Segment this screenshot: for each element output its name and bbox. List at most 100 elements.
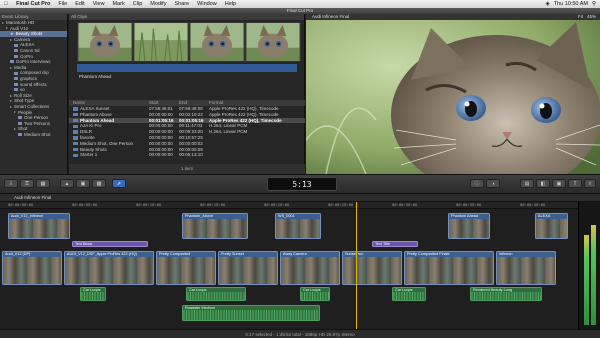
menu-clock[interactable]: Thu 10:50 AM bbox=[554, 1, 588, 7]
append-clip-button[interactable]: ▩ bbox=[92, 179, 106, 188]
clip-end: 00:05:13:10 bbox=[179, 152, 203, 158]
clip-label: Audi_V12 (DP) bbox=[5, 252, 31, 256]
menu-clip[interactable]: Clip bbox=[129, 1, 146, 7]
clip-row[interactable]: Starter 1 00:00:00:00 00:05:13:10 bbox=[69, 152, 305, 158]
clip-label: Pretty Composited Finale bbox=[407, 252, 450, 256]
effects-browser-button[interactable]: ▤ bbox=[520, 179, 534, 188]
ruler-tick-label: 00:00:40:00 bbox=[520, 202, 546, 207]
audio-clip[interactable]: Car Loops bbox=[300, 287, 330, 301]
audio-waveform bbox=[183, 310, 319, 320]
disclosure-triangle-icon bbox=[10, 94, 12, 97]
connect-clip-button[interactable]: ▲ bbox=[60, 179, 74, 188]
menu-modify[interactable]: Modify bbox=[146, 1, 170, 7]
menu-share[interactable]: Share bbox=[170, 1, 193, 7]
primary-video-clip[interactable]: Infineon bbox=[496, 251, 556, 285]
library-item-label: Two Persons bbox=[24, 120, 51, 126]
library-item[interactable]: Medium Shot bbox=[0, 132, 67, 138]
primary-video-clip[interactable]: Pretty Composited bbox=[156, 251, 216, 285]
menu-app-name[interactable]: Final Cut Pro bbox=[12, 1, 54, 7]
primary-video-clip[interactable]: Sunset run bbox=[342, 251, 402, 285]
title-clip[interactable]: Text Block bbox=[72, 241, 148, 247]
playhead[interactable] bbox=[356, 202, 357, 329]
clip-thumbnails bbox=[536, 219, 567, 238]
music-clip[interactable]: Roadster Medium bbox=[182, 305, 320, 321]
disclosure-triangle-icon bbox=[10, 66, 12, 69]
clip-label: Pretty Composited bbox=[159, 252, 191, 256]
disclosure-triangle-icon bbox=[6, 27, 8, 30]
menu-view[interactable]: View bbox=[89, 1, 109, 7]
clip-label: ALEXA bbox=[538, 214, 551, 218]
menu-window[interactable]: Window bbox=[193, 1, 221, 7]
connected-video-clip[interactable]: Phantom_Above bbox=[182, 213, 248, 239]
disclosure-triangle-icon bbox=[10, 38, 12, 41]
disclosure-triangle-icon bbox=[14, 128, 16, 131]
primary-video-clip[interactable]: AUDI_V12_DSF_Apple ProRes 422 (HQ) bbox=[64, 251, 154, 285]
connected-video-clip[interactable]: Audi_V12_Infineon bbox=[8, 213, 70, 239]
audio-clip[interactable]: Car Loops bbox=[186, 287, 246, 301]
audio-clip[interactable]: Rendered Beauty Long bbox=[470, 287, 542, 301]
clip-label: Car Loops bbox=[395, 288, 413, 292]
primary-video-clip[interactable]: Pretty Composited Finale bbox=[404, 251, 494, 285]
import-button[interactable]: ⇩ bbox=[4, 179, 18, 188]
title-clip[interactable]: Text Title bbox=[372, 241, 418, 247]
filmstrip-frame[interactable] bbox=[133, 22, 189, 62]
menu-help[interactable]: Help bbox=[221, 1, 240, 7]
clip-label: Car Loops bbox=[189, 288, 207, 292]
connected-video-clip[interactable]: ALEXA bbox=[535, 213, 568, 239]
timeline-ruler[interactable]: 00:00:00:00 00:00:05:00 00:00:10:00 00:00:1… bbox=[0, 202, 600, 209]
ruler-tick-label: 00:00:30:00 bbox=[392, 202, 418, 207]
clip-icon bbox=[73, 130, 78, 134]
photos-browser-button[interactable]: ▣ bbox=[552, 179, 566, 188]
clip-thumbnails bbox=[497, 257, 555, 284]
keyword-collection-icon bbox=[14, 88, 18, 92]
primary-video-clip[interactable]: Pretty Sunset bbox=[218, 251, 278, 285]
connected-video-clip[interactable]: Phantom Ahead bbox=[448, 213, 490, 239]
select-tool-button[interactable]: ➚ bbox=[112, 179, 126, 188]
timecode-display[interactable]: 5:13 bbox=[267, 177, 337, 191]
clip-format bbox=[209, 152, 305, 158]
menu-edit[interactable]: Edit bbox=[71, 1, 88, 7]
filmstrip[interactable]: Phantom Ahead bbox=[71, 22, 303, 94]
clip-thumbnails bbox=[449, 219, 489, 238]
library-item-label: Medium Shot bbox=[24, 131, 51, 137]
clip-icon bbox=[73, 118, 78, 123]
clip-label: Infineon bbox=[499, 252, 513, 256]
library-list: Macintosh HD Audi V12 ★ Beauty Shots Camera A… bbox=[0, 20, 67, 137]
toolbar: ⇩ ⚿ ▦ ▲ ▣ ▩ ➚ 5:13 ⓘ ◑ ▤ ◧ ▣ T ◊ bbox=[0, 174, 600, 194]
menu-bar:  Final Cut Pro File Edit View Mark Clip… bbox=[0, 0, 600, 8]
wifi-icon[interactable]: ◈ bbox=[545, 1, 549, 7]
viewer-image-kitten[interactable] bbox=[306, 20, 600, 174]
menu-mark[interactable]: Mark bbox=[109, 1, 129, 7]
themes-browser-button[interactable]: ◊ bbox=[584, 179, 596, 188]
connected-video-clip[interactable]: WS_0001 bbox=[275, 213, 321, 239]
filmstrip-frame[interactable] bbox=[189, 22, 245, 62]
filmstrip-frame[interactable] bbox=[77, 22, 133, 62]
color-board-button[interactable]: ◑ bbox=[486, 179, 500, 188]
audio-clip[interactable]: Car Loops bbox=[392, 287, 426, 301]
clip-thumbnails bbox=[183, 219, 247, 238]
timeline-header: Audi Infineon Final bbox=[0, 194, 600, 202]
viewer: Audi Infineon Final Fit 45% bbox=[306, 14, 600, 174]
clip-label: Audi_V12_Infineon bbox=[11, 214, 44, 218]
transitions-browser-button[interactable]: ◧ bbox=[536, 179, 550, 188]
apple-menu-icon[interactable]:  bbox=[0, 1, 12, 7]
timeline-tracks[interactable]: Audi_V12_Infineon Phantom_Above WS_0001 Pha… bbox=[0, 209, 578, 329]
audio-clip[interactable]: Car Loops bbox=[80, 287, 106, 301]
audio-waveform bbox=[81, 292, 105, 300]
kitten-thumbnail bbox=[78, 23, 132, 61]
clip-thumbnails bbox=[405, 257, 493, 284]
clip-label: Car Loops bbox=[303, 288, 321, 292]
browser-header: All Clips bbox=[69, 14, 304, 20]
titles-browser-button[interactable]: T bbox=[568, 179, 582, 188]
spotlight-icon[interactable]: ⚲ bbox=[592, 1, 596, 7]
keyword-collection-icon bbox=[14, 71, 18, 75]
analyze-button[interactable]: ▦ bbox=[36, 179, 50, 188]
keyword-button[interactable]: ⚿ bbox=[20, 179, 34, 188]
filmstrip-frame[interactable] bbox=[245, 22, 301, 62]
primary-video-clip[interactable]: Audi_V12 (DP) bbox=[2, 251, 62, 285]
primary-video-clip[interactable]: Away Camera bbox=[280, 251, 340, 285]
menu-file[interactable]: File bbox=[54, 1, 71, 7]
inspector-button[interactable]: ⓘ bbox=[470, 179, 484, 188]
audio-meter-right bbox=[591, 225, 596, 325]
insert-clip-button[interactable]: ▣ bbox=[76, 179, 90, 188]
